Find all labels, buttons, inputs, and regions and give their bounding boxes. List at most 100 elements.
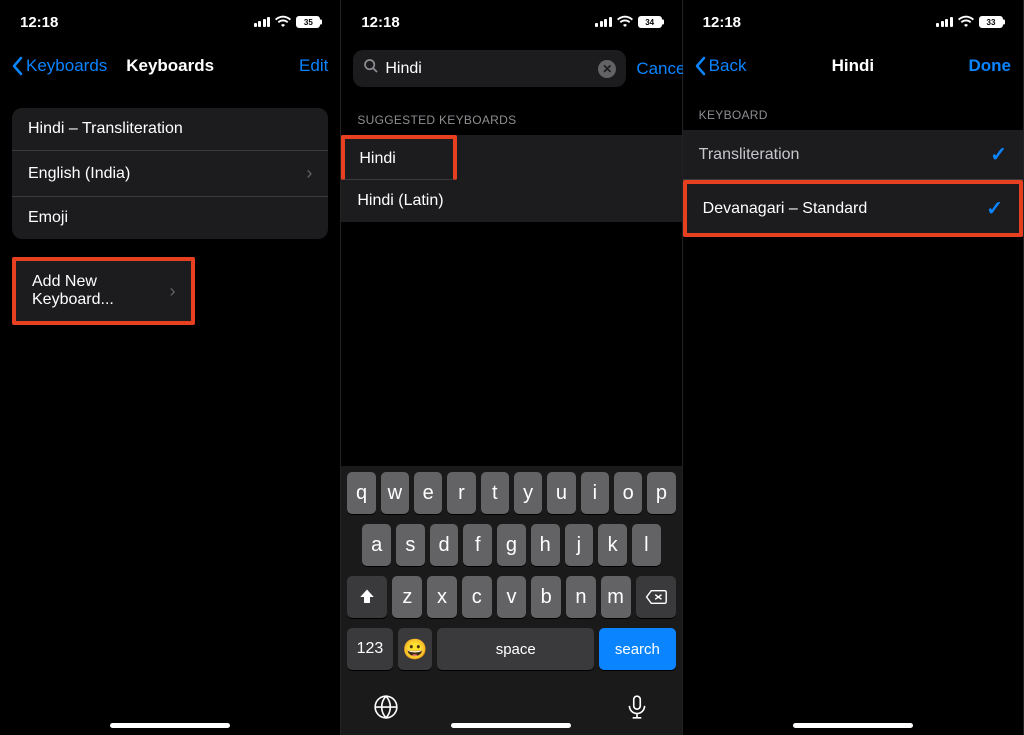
key-f[interactable]: f (463, 524, 492, 566)
key-j[interactable]: j (565, 524, 594, 566)
suggestion-hindi[interactable]: Hindi (341, 135, 457, 180)
row-label: English (India) (28, 165, 130, 183)
status-icons: 34 (595, 14, 662, 31)
page-title: Keyboards (126, 56, 214, 76)
key-n[interactable]: n (566, 576, 596, 618)
key-t[interactable]: t (481, 472, 509, 514)
phone-screen-keyboards-list: 12:18 35 Keyboards Keyboards Edit Hindi … (0, 0, 341, 735)
key-g[interactable]: g (497, 524, 526, 566)
key-o[interactable]: o (614, 472, 642, 514)
add-new-keyboard-button[interactable]: Add New Keyboard...› (16, 261, 191, 321)
cellular-signal-icon (254, 17, 271, 27)
section-header: Suggested Keyboards (341, 93, 681, 135)
shift-key[interactable] (347, 576, 387, 618)
battery-icon: 33 (979, 16, 1003, 28)
status-time: 12:18 (361, 14, 399, 31)
key-row-2: a s d f g h j k l (345, 524, 677, 566)
key-d[interactable]: d (430, 524, 459, 566)
chevron-right-icon: › (169, 281, 175, 302)
key-row-3: z x c v b n m (345, 576, 677, 618)
emoji-key[interactable]: 😀 (398, 628, 433, 670)
chevron-right-icon: › (306, 163, 312, 184)
keyboard-row-hindi[interactable]: Hindi – Transliteration (12, 108, 328, 151)
delete-key[interactable] (636, 576, 676, 618)
microphone-icon (624, 694, 650, 720)
numbers-key[interactable]: 123 (347, 628, 392, 670)
checkmark-icon: ✓ (986, 196, 1003, 221)
search-icon (363, 58, 379, 79)
wifi-icon (275, 14, 291, 31)
home-indicator[interactable] (451, 723, 571, 728)
key-b[interactable]: b (531, 576, 561, 618)
status-icons: 35 (254, 14, 321, 31)
keyboard-row-english[interactable]: English (India) › (12, 151, 328, 197)
row-label: Transliteration (699, 146, 800, 164)
battery-icon: 34 (638, 16, 662, 28)
page-title: Hindi (832, 56, 875, 76)
key-v[interactable]: v (497, 576, 527, 618)
wifi-icon (617, 14, 633, 31)
globe-key[interactable] (373, 694, 399, 725)
nav-bar: Back Hindi Done (683, 44, 1023, 88)
battery-icon: 35 (296, 16, 320, 28)
key-i[interactable]: i (581, 472, 609, 514)
key-x[interactable]: x (427, 576, 457, 618)
suggestion-hindi-latin[interactable]: Hindi (Latin) (341, 180, 681, 222)
search-key[interactable]: search (599, 628, 676, 670)
key-s[interactable]: s (396, 524, 425, 566)
status-bar: 12:18 34 (341, 0, 681, 44)
phone-screen-hindi-options: 12:18 33 Back Hindi Done Keyboard Transl… (683, 0, 1024, 735)
back-label: Keyboards (26, 56, 107, 76)
key-q[interactable]: q (347, 472, 375, 514)
suggestions-group: Hindi Hindi (Latin) (341, 135, 681, 222)
row-label: Emoji (28, 209, 68, 227)
search-input[interactable] (385, 60, 592, 78)
content-area: Keyboard Transliteration ✓ Devanagari – … (683, 88, 1023, 735)
cancel-button[interactable]: Cancel (636, 59, 689, 79)
phone-screen-search: 12:18 34 ✕ Cancel Suggested Keyboards Hi… (341, 0, 682, 735)
key-row-4: 123 😀 space search (345, 628, 677, 670)
key-u[interactable]: u (547, 472, 575, 514)
back-button[interactable]: Back (695, 56, 747, 76)
status-time: 12:18 (703, 14, 741, 31)
chevron-left-icon (695, 56, 707, 76)
space-key[interactable]: space (437, 628, 594, 670)
key-a[interactable]: a (362, 524, 391, 566)
option-transliteration[interactable]: Transliteration ✓ (683, 130, 1023, 180)
search-field-wrap[interactable]: ✕ (353, 50, 626, 87)
cellular-signal-icon (595, 17, 612, 27)
section-header: Keyboard (683, 88, 1023, 130)
edit-button[interactable]: Edit (299, 56, 328, 76)
keyboards-group: Hindi – Transliteration English (India) ›… (12, 108, 328, 239)
content-area: Hindi – Transliteration English (India) ›… (0, 88, 340, 735)
home-indicator[interactable] (793, 723, 913, 728)
status-icons: 33 (936, 14, 1003, 31)
dictation-key[interactable] (624, 694, 650, 725)
key-e[interactable]: e (414, 472, 442, 514)
backspace-icon (645, 589, 667, 605)
chevron-left-icon (12, 56, 24, 76)
key-c[interactable]: c (462, 576, 492, 618)
key-w[interactable]: w (381, 472, 409, 514)
key-h[interactable]: h (531, 524, 560, 566)
keyboard-options-group: Transliteration ✓ Devanagari – Standard … (683, 130, 1023, 237)
status-time: 12:18 (20, 14, 58, 31)
key-r[interactable]: r (447, 472, 475, 514)
key-row-1: q w e r t y u i o p (345, 472, 677, 514)
key-p[interactable]: p (647, 472, 675, 514)
key-m[interactable]: m (601, 576, 631, 618)
back-button[interactable]: Keyboards (12, 56, 107, 76)
home-indicator[interactable] (110, 723, 230, 728)
key-z[interactable]: z (392, 576, 422, 618)
key-l[interactable]: l (632, 524, 661, 566)
add-new-keyboard-group: Add New Keyboard...› (12, 257, 195, 325)
clear-search-button[interactable]: ✕ (598, 60, 616, 78)
option-devanagari[interactable]: Devanagari – Standard ✓ (683, 180, 1023, 237)
key-k[interactable]: k (598, 524, 627, 566)
key-y[interactable]: y (514, 472, 542, 514)
globe-icon (373, 694, 399, 720)
status-bar: 12:18 33 (683, 0, 1023, 44)
keyboard-row-emoji[interactable]: Emoji (12, 197, 328, 239)
emoji-icon: 😀 (403, 637, 428, 662)
done-button[interactable]: Done (968, 56, 1011, 76)
